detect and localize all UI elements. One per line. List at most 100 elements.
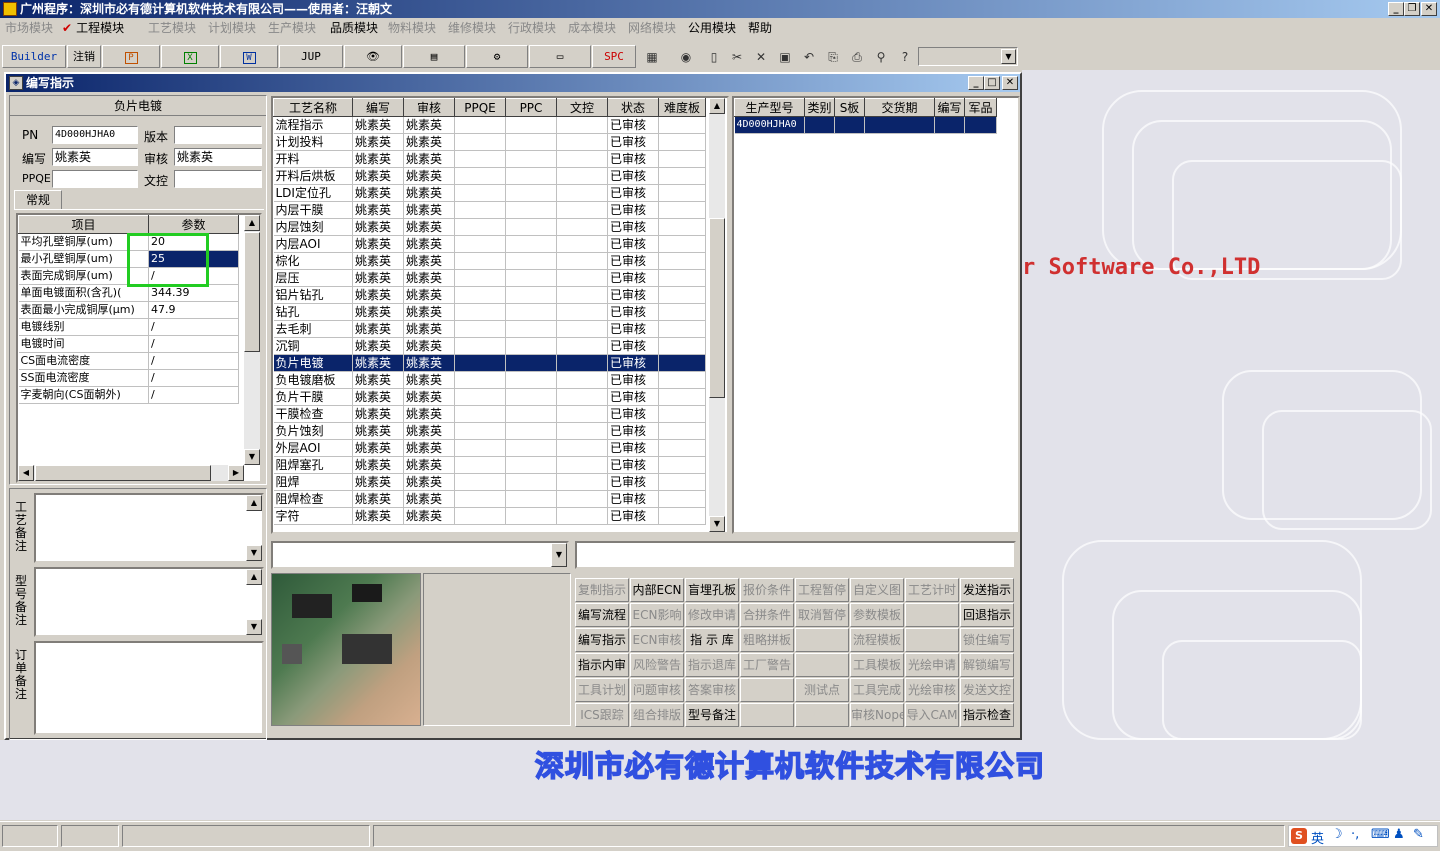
action-button[interactable]: 组合排版: [630, 703, 684, 727]
excel-button[interactable]: X: [161, 45, 219, 68]
action-button[interactable]: 工具完成: [850, 678, 904, 702]
menu-item-0[interactable]: 市场模块: [5, 18, 53, 38]
action-button[interactable]: 修改申请: [685, 603, 739, 627]
scroll-left-icon[interactable]: ◀: [18, 465, 34, 481]
param-value[interactable]: /: [148, 369, 239, 387]
menu-item-9[interactable]: 成本模块: [568, 18, 616, 38]
process-row[interactable]: 层压 姚素英 姚素英 已审核: [273, 269, 706, 287]
process-row[interactable]: LDI定位孔 姚素英 姚素英 已审核: [273, 184, 706, 202]
action-button[interactable]: [795, 703, 849, 727]
action-button[interactable]: 风险警告: [630, 653, 684, 677]
action-button[interactable]: 复制指示: [575, 578, 629, 602]
action-button[interactable]: 编写指示: [575, 628, 629, 652]
scroll-down-icon[interactable]: ▼: [246, 619, 262, 635]
process-row[interactable]: 内层AOI 姚素英 姚素英 已审核: [273, 235, 706, 253]
process-header-6[interactable]: 状态: [607, 98, 659, 117]
window-maximize-button[interactable]: □: [984, 76, 1000, 90]
action-button[interactable]: ECN审核: [630, 628, 684, 652]
process-row[interactable]: 钻孔 姚素英 姚素英 已审核: [273, 303, 706, 321]
action-button[interactable]: 锁住编写: [960, 628, 1014, 652]
action-button[interactable]: ICS跟踪: [575, 703, 629, 727]
action-button[interactable]: 工程暂停: [795, 578, 849, 602]
action-button[interactable]: 内部ECN: [630, 578, 684, 602]
menu-item-10[interactable]: 网络模块: [628, 18, 676, 38]
save-icon[interactable]: ▣: [774, 46, 796, 68]
model-header-0[interactable]: 生产型号: [734, 98, 805, 117]
window-minimize-button[interactable]: _: [968, 76, 984, 90]
tools-button[interactable]: ⚙: [466, 45, 528, 68]
keyboard-icon[interactable]: ⌨: [1371, 827, 1390, 842]
action-button[interactable]: ECN影响: [630, 603, 684, 627]
model-row[interactable]: 4D000HJHA0: [734, 116, 997, 134]
menu-item-8[interactable]: 行政模块: [508, 18, 556, 38]
action-button[interactable]: 工艺计时: [905, 578, 959, 602]
word-button[interactable]: W: [220, 45, 278, 68]
computer-button[interactable]: ▭: [529, 45, 591, 68]
help-icon[interactable]: ?: [894, 46, 916, 68]
param-value[interactable]: /: [148, 386, 239, 404]
writer-field[interactable]: 姚素英: [52, 148, 138, 166]
ppqe-field[interactable]: [52, 170, 138, 188]
action-button[interactable]: [905, 628, 959, 652]
process-row[interactable]: 负片电镀 姚素英 姚素英 已审核: [273, 354, 706, 372]
action-button[interactable]: 流程模板: [850, 628, 904, 652]
process-header-1[interactable]: 编写: [352, 98, 404, 117]
action-button[interactable]: [905, 603, 959, 627]
process-row[interactable]: 阻焊 姚素英 姚素英 已审核: [273, 473, 706, 491]
process-combo[interactable]: ▼: [271, 541, 569, 569]
version-field[interactable]: [174, 126, 262, 144]
scroll-down-icon[interactable]: ▼: [246, 545, 262, 561]
view-button[interactable]: 👁: [344, 45, 402, 68]
undo-icon[interactable]: ↶: [798, 46, 820, 68]
logout-button[interactable]: 注销: [67, 45, 101, 68]
action-button[interactable]: 合拼条件: [740, 603, 794, 627]
action-button[interactable]: [740, 703, 794, 727]
menu-item-4[interactable]: 生产模块: [268, 18, 316, 38]
doc-control-field[interactable]: [174, 170, 262, 188]
jup-button[interactable]: JUP: [279, 45, 343, 68]
action-button[interactable]: 指 示 库: [685, 628, 739, 652]
action-button[interactable]: 审核Nope: [850, 703, 904, 727]
process-row[interactable]: 阻焊塞孔 姚素英 姚素英 已审核: [273, 456, 706, 474]
param-row[interactable]: 单面电镀面积(含孔)(344.39: [18, 284, 239, 302]
menu-item-6[interactable]: 物料模块: [388, 18, 436, 38]
action-button[interactable]: 指示检查: [960, 703, 1014, 727]
process-row[interactable]: 开料后烘板 姚素英 姚素英 已审核: [273, 167, 706, 185]
database-button[interactable]: ▤: [403, 45, 465, 68]
scroll-up-icon[interactable]: ▲: [244, 215, 260, 231]
scroll-down-icon[interactable]: ▼: [244, 449, 260, 465]
preview-icon[interactable]: ⎘: [822, 46, 844, 68]
param-row[interactable]: 字麦朝向(CS面朝外) /: [18, 386, 239, 404]
process-row[interactable]: 内层蚀刻 姚素英 姚素英 已审核: [273, 218, 706, 236]
action-button[interactable]: [795, 628, 849, 652]
pn-field[interactable]: 4D000HJHA0: [52, 126, 138, 144]
tab-general[interactable]: 常规: [14, 190, 62, 210]
model-remark-field[interactable]: ▲ ▼: [34, 567, 264, 637]
action-button[interactable]: 光绘审核: [905, 678, 959, 702]
scroll-up-icon[interactable]: ▲: [246, 495, 262, 511]
scroll-down-icon[interactable]: ▼: [709, 516, 725, 532]
process-row[interactable]: 铝片钻孔 姚素英 姚素英 已审核: [273, 286, 706, 304]
param-row[interactable]: SS面电流密度 /: [18, 369, 239, 387]
action-button[interactable]: 指示内审: [575, 653, 629, 677]
param-value[interactable]: /: [148, 335, 239, 353]
ime-language[interactable]: 英: [1311, 828, 1324, 847]
action-button[interactable]: 导入CAM: [905, 703, 959, 727]
process-vscroll[interactable]: ▲ ▼: [709, 98, 725, 532]
powerpoint-button[interactable]: P: [102, 45, 160, 68]
param-row[interactable]: 电镀线别 /: [18, 318, 239, 336]
param-value[interactable]: /: [148, 318, 239, 336]
param-value[interactable]: 47.9: [148, 301, 239, 319]
param-value[interactable]: 344.39: [148, 284, 239, 302]
process-row[interactable]: 沉铜 姚素英 姚素英 已审核: [273, 337, 706, 355]
wrench-icon[interactable]: ✎: [1413, 827, 1424, 842]
globe-icon[interactable]: ◉: [675, 46, 697, 68]
process-row[interactable]: 计划投料 姚素英 姚素英 已审核: [273, 133, 706, 151]
param-row[interactable]: 表面最小完成铜厚(μm) 47.9: [18, 301, 239, 319]
toolbar-dropdown[interactable]: ▼: [918, 47, 1018, 66]
process-row[interactable]: 负片干膜 姚素英 姚素英 已审核: [273, 388, 706, 406]
find-icon[interactable]: ⚲: [870, 46, 892, 68]
process-header-3[interactable]: PPQE: [454, 98, 506, 117]
menu-item-11[interactable]: 公用模块: [688, 18, 736, 38]
model-header-1[interactable]: 类别: [804, 98, 835, 117]
